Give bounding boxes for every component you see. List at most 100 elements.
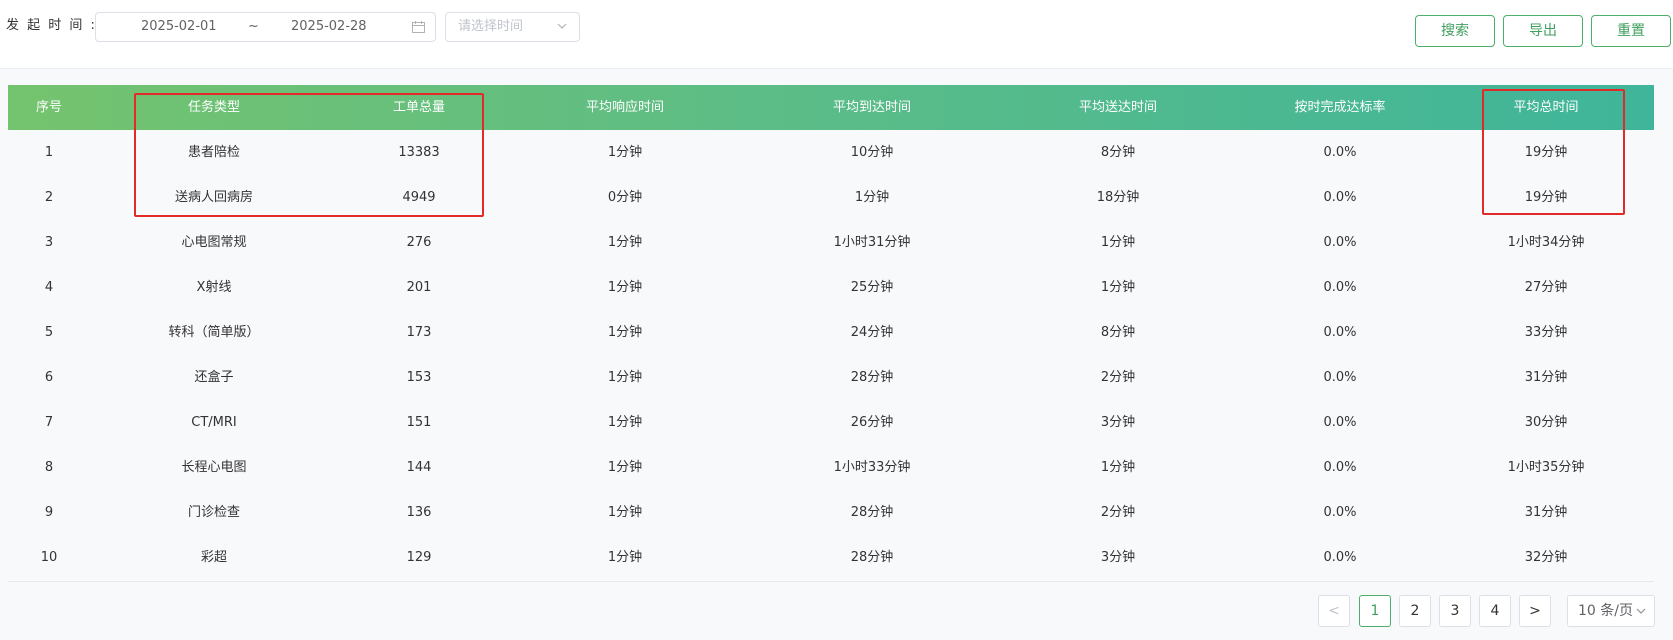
table-row: 3 心电图常规 276 1分钟 1小时31分钟 1分钟 0.0% 1小时34分钟 (8, 220, 1654, 265)
date-end-input[interactable]: 2025-02-28 (291, 19, 367, 35)
date-start-input[interactable]: 2025-02-01 (141, 19, 217, 35)
cell-on-time-rate: 0.0% (1323, 505, 1357, 520)
cell-avg-arrival: 28分钟 (850, 505, 894, 520)
cell-index: 10 (40, 550, 58, 565)
pagination-page-2[interactable]: 2 (1399, 595, 1431, 627)
search-button[interactable]: 搜索 (1415, 15, 1495, 47)
cell-total-orders: 151 (406, 415, 432, 430)
cell-avg-total: 33分钟 (1524, 325, 1568, 340)
cell-avg-arrival: 1小时33分钟 (833, 460, 911, 475)
cell-task-type: 门诊检查 (187, 505, 241, 520)
cell-on-time-rate: 0.0% (1323, 235, 1357, 250)
cell-avg-arrival: 24分钟 (850, 325, 894, 340)
cell-avg-delivery: 8分钟 (1100, 325, 1136, 340)
page-size-select[interactable]: 10 条/页 (1567, 595, 1655, 627)
table-row: 10 彩超 129 1分钟 28分钟 3分钟 0.0% 32分钟 (8, 535, 1654, 580)
table-body: 1 患者陪检 13383 1分钟 10分钟 8分钟 0.0% 19分钟 2 送病… (8, 130, 1654, 580)
pagination-prev-button[interactable]: < (1318, 595, 1350, 627)
table-row: 1 患者陪检 13383 1分钟 10分钟 8分钟 0.0% 19分钟 (8, 130, 1654, 175)
cell-avg-delivery: 2分钟 (1100, 370, 1136, 385)
column-header-avg-delivery: 平均送达时间 (1078, 100, 1158, 115)
cell-index: 1 (44, 145, 54, 160)
table-row: 9 门诊检查 136 1分钟 28分钟 2分钟 0.0% 31分钟 (8, 490, 1654, 535)
cell-on-time-rate: 0.0% (1323, 415, 1357, 430)
pagination-page-1[interactable]: 1 (1359, 595, 1391, 627)
cell-avg-response: 1分钟 (607, 415, 643, 430)
cell-avg-response: 1分钟 (607, 505, 643, 520)
cell-avg-response: 1分钟 (607, 325, 643, 340)
table-row: 2 送病人回病房 4949 0分钟 1分钟 18分钟 0.0% 19分钟 (8, 175, 1654, 220)
table-header: 序号 任务类型 工单总量 平均响应时间 平均到达时间 平均送达时间 按时完成达标… (8, 85, 1654, 130)
cell-task-type: 患者陪检 (187, 145, 241, 160)
cell-avg-delivery: 1分钟 (1100, 235, 1136, 250)
cell-on-time-rate: 0.0% (1323, 460, 1357, 475)
cell-index: 6 (44, 370, 54, 385)
cell-total-orders: 136 (406, 505, 432, 520)
cell-avg-arrival: 28分钟 (850, 550, 894, 565)
time-select-placeholder: 请选择时间 (458, 19, 524, 34)
column-header-avg-response: 平均响应时间 (585, 100, 665, 115)
cell-on-time-rate: 0.0% (1323, 550, 1357, 565)
cell-avg-total: 31分钟 (1524, 370, 1568, 385)
column-header-avg-arrival: 平均到达时间 (832, 100, 912, 115)
column-header-on-time-rate: 按时完成达标率 (1294, 100, 1386, 115)
cell-task-type: X射线 (196, 280, 232, 295)
cell-avg-delivery: 2分钟 (1100, 505, 1136, 520)
cell-on-time-rate: 0.0% (1323, 190, 1357, 205)
cell-avg-total: 31分钟 (1524, 505, 1568, 520)
table-row: 4 X射线 201 1分钟 25分钟 1分钟 0.0% 27分钟 (8, 265, 1654, 310)
cell-avg-delivery: 1分钟 (1100, 460, 1136, 475)
table-row: 7 CT/MRI 151 1分钟 26分钟 3分钟 0.0% 30分钟 (8, 400, 1654, 445)
cell-on-time-rate: 0.0% (1323, 280, 1357, 295)
cell-total-orders: 153 (406, 370, 432, 385)
cell-avg-response: 1分钟 (607, 550, 643, 565)
pagination-next-button[interactable]: > (1519, 595, 1551, 627)
reset-button[interactable]: 重置 (1591, 15, 1671, 47)
cell-avg-delivery: 8分钟 (1100, 145, 1136, 160)
cell-index: 4 (44, 280, 54, 295)
date-range-picker[interactable]: 2025-02-01 ~ 2025-02-28 (95, 12, 436, 42)
cell-avg-arrival: 1分钟 (854, 190, 890, 205)
cell-task-type: 长程心电图 (181, 460, 247, 475)
cell-total-orders: 276 (406, 235, 432, 250)
table-row: 6 还盒子 153 1分钟 28分钟 2分钟 0.0% 31分钟 (8, 355, 1654, 400)
page-size-label: 10 条/页 (1578, 603, 1633, 619)
column-header-avg-total: 平均总时间 (1513, 100, 1579, 115)
cell-avg-total: 19分钟 (1524, 190, 1568, 205)
pagination-page-4[interactable]: 4 (1479, 595, 1511, 627)
column-header-task-type: 任务类型 (187, 100, 241, 115)
time-select[interactable]: 请选择时间 (445, 12, 580, 42)
pagination-page-3[interactable]: 3 (1439, 595, 1471, 627)
table-divider (8, 581, 1654, 582)
date-range-separator: ~ (248, 19, 259, 34)
cell-avg-total: 32分钟 (1524, 550, 1568, 565)
cell-index: 7 (44, 415, 54, 430)
cell-avg-delivery: 18分钟 (1096, 190, 1140, 205)
cell-on-time-rate: 0.0% (1323, 145, 1357, 160)
table-row: 8 长程心电图 144 1分钟 1小时33分钟 1分钟 0.0% 1小时35分钟 (8, 445, 1654, 490)
cell-avg-total: 27分钟 (1524, 280, 1568, 295)
cell-avg-response: 1分钟 (607, 460, 643, 475)
chevron-down-icon (557, 23, 567, 29)
calendar-icon[interactable] (412, 21, 425, 33)
cell-on-time-rate: 0.0% (1323, 325, 1357, 340)
cell-avg-total: 30分钟 (1524, 415, 1568, 430)
cell-index: 8 (44, 460, 54, 475)
cell-total-orders: 13383 (398, 145, 440, 160)
cell-avg-arrival: 25分钟 (850, 280, 894, 295)
cell-avg-response: 1分钟 (607, 370, 643, 385)
cell-avg-total: 1小时35分钟 (1507, 460, 1585, 475)
cell-avg-response: 0分钟 (607, 190, 643, 205)
cell-avg-delivery: 3分钟 (1100, 415, 1136, 430)
table-row: 5 转科（简单版） 173 1分钟 24分钟 8分钟 0.0% 33分钟 (8, 310, 1654, 355)
export-button[interactable]: 导出 (1503, 15, 1583, 47)
cell-on-time-rate: 0.0% (1323, 370, 1357, 385)
cell-total-orders: 129 (406, 550, 432, 565)
cell-index: 5 (44, 325, 54, 340)
cell-avg-total: 1小时34分钟 (1507, 235, 1585, 250)
cell-total-orders: 144 (406, 460, 432, 475)
cell-avg-arrival: 26分钟 (850, 415, 894, 430)
cell-avg-arrival: 28分钟 (850, 370, 894, 385)
cell-avg-response: 1分钟 (607, 145, 643, 160)
cell-total-orders: 173 (406, 325, 432, 340)
